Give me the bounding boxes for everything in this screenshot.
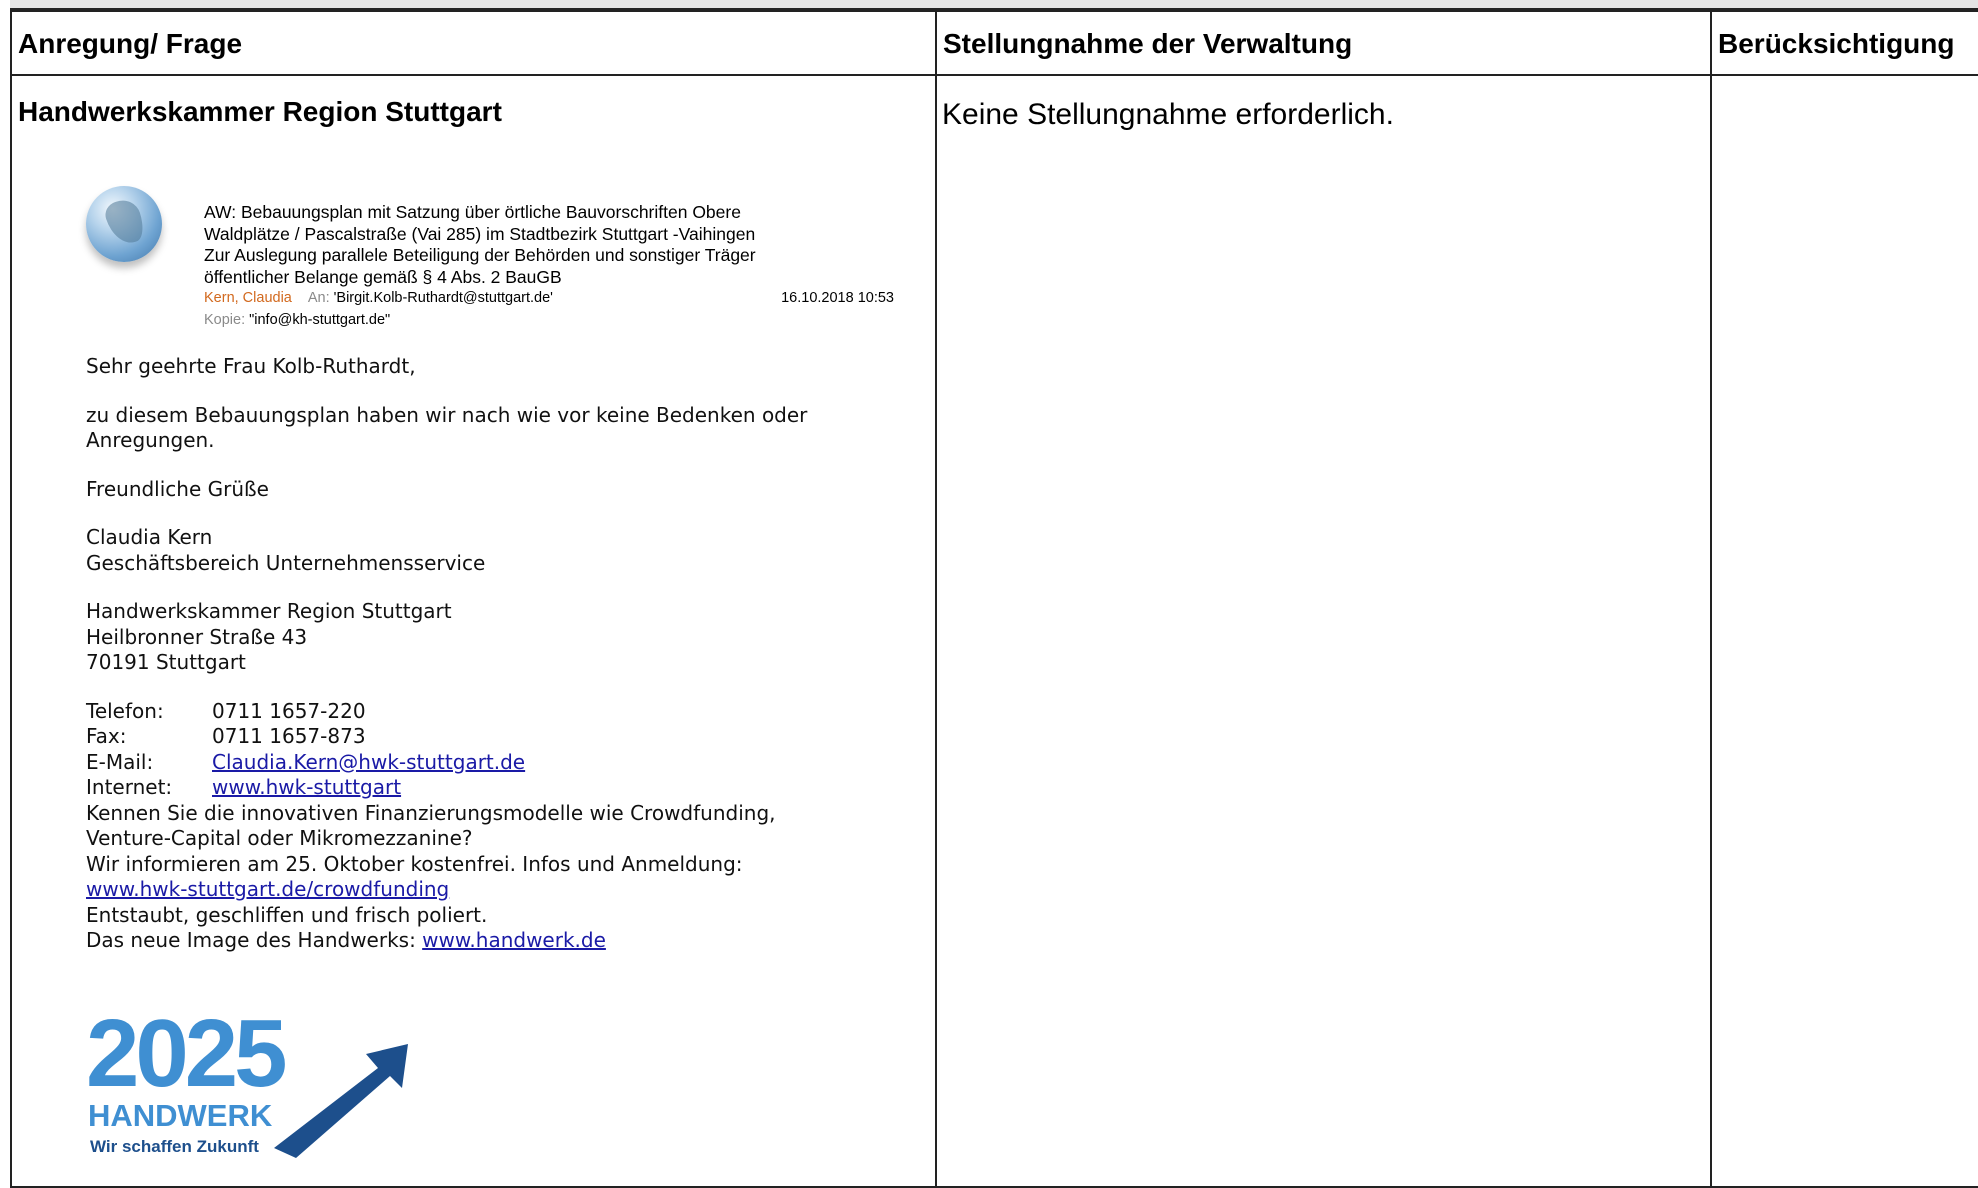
table-header-row: Anregung/ Frage Stellungnahme der Verwal… — [10, 10, 1978, 76]
email-signature-name: Claudia Kern Geschäftsbereich Unternehme… — [86, 525, 926, 576]
header-statement: Stellungnahme der Verwaltung — [935, 10, 1712, 76]
promo-line: Kennen Sie die innovativen Finanzierungs… — [86, 800, 776, 825]
email-message-line: zu diesem Bebauungsplan haben wir nach w… — [86, 402, 808, 427]
email-body: Sehr geehrte Frau Kolb-Ruthardt, zu dies… — [86, 354, 926, 954]
signature-name: Claudia Kern — [86, 525, 213, 549]
email-message-line: Anregungen. — [86, 428, 215, 452]
email-date: 16.10.2018 10:53 — [781, 290, 894, 306]
crowdfunding-link[interactable]: www.hwk-stuttgart.de/crowdfunding — [86, 877, 449, 901]
promo-line: Das neue Image des Handwerks: www.handwe… — [86, 928, 926, 954]
fax-label: Fax: — [86, 724, 127, 748]
logo-year: 2025 — [86, 1008, 285, 1107]
statement-cell: Keine Stellungnahme erforderlich. — [935, 74, 1712, 1188]
email-subject-line: Waldplätze / Pascalstraße (Vai 285) im S… — [204, 223, 756, 244]
promo-prefix: Das neue Image des Handwerks: — [86, 928, 423, 952]
email-address-block: Handwerkskammer Region Stuttgart Heilbro… — [86, 599, 926, 676]
email-message: zu diesem Bebauungsplan haben wir nach w… — [86, 403, 926, 454]
email-to-label: An: — [307, 290, 330, 306]
promo-line: Wir informieren am 25. Oktober kostenfre… — [86, 851, 743, 876]
email-cc-line: Kopie: "info@kh-stuttgart.de" — [204, 310, 894, 332]
logo-arrow-icon — [274, 1044, 408, 1158]
consideration-cell — [1710, 74, 1978, 1188]
header-consideration: Berücksichtigung — [1710, 10, 1978, 76]
address-street: Heilbronner Straße 43 — [86, 624, 308, 649]
logo-tagline: Wir schaffen Zukunft — [90, 1137, 259, 1156]
globe-icon — [86, 186, 162, 262]
phone-label: Telefon: — [86, 698, 164, 723]
email-sender: Kern, Claudia — [204, 290, 292, 306]
promo-line: Entstaubt, geschliffen und frisch polier… — [86, 902, 488, 927]
email-link[interactable]: Claudia.Kern@hwk-stuttgart.de — [212, 750, 525, 776]
email-to-value: 'Birgit.Kolb-Ruthardt@stuttgart.de' — [333, 290, 553, 306]
comment-table: Anregung/ Frage Stellungnahme der Verwal… — [10, 10, 1978, 1188]
internet-label: Internet: — [86, 775, 173, 799]
logo-word: HANDWERK — [88, 1098, 273, 1133]
handwerk-link[interactable]: www.handwerk.de — [422, 928, 606, 952]
internet-link[interactable]: www.hwk-stuttgart — [212, 775, 401, 801]
signature-department: Geschäftsbereich Unternehmensservice — [86, 550, 486, 575]
top-band — [10, 0, 1978, 10]
promo-line: Venture-Capital oder Mikromezzanine? — [86, 826, 473, 850]
email-cc-value: "info@kh-stuttgart.de" — [249, 311, 391, 328]
email-subject-line: Zur Auslegung parallele Beteiligung der … — [204, 245, 756, 265]
email-contact-block: Telefon: 0711 1657-220 Fax: 0711 1657-873 … — [86, 699, 926, 954]
header-request: Anregung/ Frage — [10, 10, 937, 76]
handwerk-2025-logo: 2025 HANDWERK Wir schaffen Zukunft — [86, 1008, 408, 1158]
request-cell: Handwerkskammer Region Stuttgart AW: Beb… — [10, 74, 937, 1188]
phone-value: 0711 1657-220 — [212, 698, 366, 723]
email-label: E-Mail: — [86, 749, 154, 774]
table-row: Handwerkskammer Region Stuttgart AW: Beb… — [10, 74, 1978, 1188]
email-cc-label: Kopie: — [204, 311, 246, 328]
document-page: Anregung/ Frage Stellungnahme der Verwal… — [0, 0, 1978, 1188]
email-header: AW: Bebauungsplan mit Satzung über örtli… — [204, 202, 894, 331]
statement-text: Keine Stellungnahme erforderlich. — [942, 98, 1394, 131]
request-title: Handwerkskammer Region Stuttgart — [18, 96, 502, 127]
email-meta-line: Kern, Claudia An: 'Birgit.Kolb-Ruthardt@… — [204, 288, 894, 310]
address-org: Handwerkskammer Region Stuttgart — [86, 599, 452, 623]
email-closing: Freundliche Grüße — [86, 476, 269, 501]
email-greeting: Sehr geehrte Frau Kolb-Ruthardt, — [86, 354, 416, 378]
email-subject-line: AW: Bebauungsplan mit Satzung über örtli… — [204, 202, 741, 222]
email-subject-line: öffentlicher Belange gemäß § 4 Abs. 2 Ba… — [204, 266, 562, 287]
fax-value: 0711 1657-873 — [212, 724, 366, 748]
address-city: 70191 Stuttgart — [86, 650, 246, 674]
